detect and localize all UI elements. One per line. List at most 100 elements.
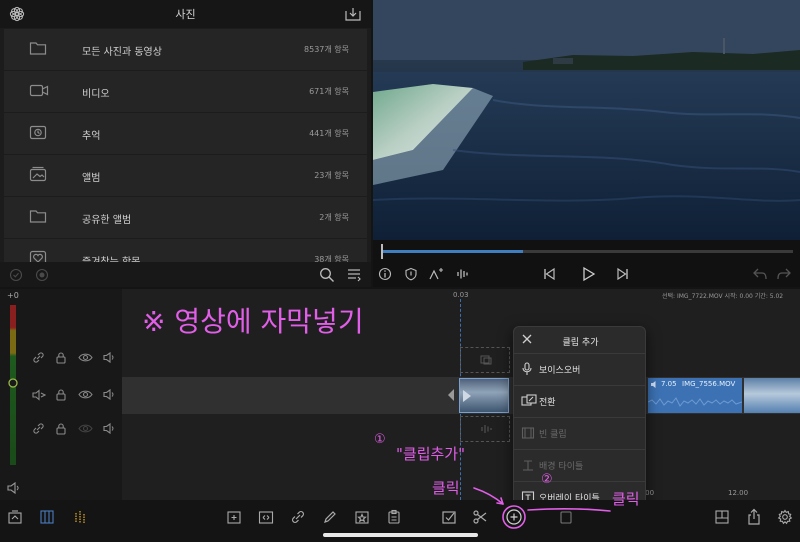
popover-item-label: 빈 클립 [539, 430, 567, 440]
eye-icon[interactable] [78, 423, 93, 434]
speaker-icon[interactable] [6, 481, 20, 495]
scrubber-progress [381, 250, 523, 253]
link-clip-icon[interactable] [290, 509, 306, 525]
selection-info: 선택: IMG_7722.MOV 시작: 0.00 기간: 5.02 [662, 293, 784, 300]
transport-controls [373, 263, 800, 287]
copy-clip-icon[interactable] [558, 509, 574, 525]
share-icon[interactable] [746, 508, 762, 526]
play-icon[interactable] [580, 266, 596, 282]
scrubber-handle[interactable] [381, 244, 383, 259]
popover-item-label: 보이스오버 [539, 366, 581, 376]
layout-grid-icon[interactable] [714, 509, 730, 525]
library-item-albums[interactable]: 앨범 23개 항목 [4, 155, 367, 196]
folder-icon [29, 40, 47, 56]
add-voiceover-item[interactable]: 보이스오버 [514, 353, 645, 384]
clip-audio-waveform [648, 397, 742, 407]
marker-shield-icon[interactable] [404, 267, 418, 281]
clip-time-label: 7.05 [661, 380, 677, 388]
skip-forward-icon[interactable] [616, 267, 630, 281]
info-icon[interactable] [378, 267, 392, 281]
annotation-step2-click: 클릭 [612, 490, 640, 508]
empty-track-slot[interactable] [460, 347, 510, 373]
select-check-icon[interactable] [441, 509, 457, 525]
eye-icon[interactable] [78, 389, 93, 400]
filter-list-icon[interactable] [346, 267, 362, 283]
search-icon[interactable] [319, 267, 335, 283]
link-icon[interactable] [32, 351, 45, 364]
library-item-shared-albums[interactable]: 공유한 앨범 2개 항목 [4, 197, 367, 238]
audio-meters-icon[interactable] [73, 509, 89, 525]
album-icon [29, 166, 47, 182]
add-background-title-item[interactable]: 배경 타이틀 [514, 449, 645, 480]
redo-icon[interactable] [776, 267, 792, 281]
settings-gear-icon[interactable] [777, 509, 793, 525]
library-footer [0, 262, 371, 287]
folder-icon [29, 208, 47, 224]
annotation-step1-text: "클립추가" [396, 445, 465, 463]
preview-scrubber[interactable] [381, 250, 793, 253]
add-clip-plus-icon[interactable] [504, 507, 524, 527]
video-clip-selected[interactable] [459, 378, 509, 413]
video-clip-img-7556[interactable]: 7.05 IMG_7556.MOV [648, 378, 742, 413]
add-blank-clip-item[interactable]: 빈 클립 [514, 417, 645, 448]
ruler-mark-12: 12.00 [728, 489, 749, 497]
volume-icon[interactable] [102, 422, 116, 435]
trim-icon[interactable] [258, 509, 274, 525]
link-icon[interactable] [32, 422, 45, 435]
audio-level-label: +0 [7, 291, 19, 300]
home-indicator [323, 533, 478, 537]
video-camera-icon [29, 82, 49, 98]
video-clip-thumbnail[interactable] [744, 378, 800, 413]
video-track-icon[interactable] [32, 389, 46, 401]
library-item-label: 즐겨찾는 항목 [82, 253, 140, 262]
undo-icon[interactable] [752, 267, 768, 281]
eye-icon[interactable] [78, 352, 93, 363]
library-item-count: 671개 항목 [309, 87, 349, 96]
annotation-step1-click: 클릭 [432, 479, 460, 497]
library-item-label: 추억 [82, 131, 101, 142]
export-frame-icon[interactable] [7, 509, 23, 525]
check-circle-icon[interactable] [9, 268, 23, 282]
favorite-star-icon[interactable] [354, 509, 370, 525]
media-library-panel: 사진 모든 사진과 동영상 8537개 항목 비디오 671개 항목 추억 44… [0, 0, 371, 287]
library-item-all-photos[interactable]: 모든 사진과 동영상 8537개 항목 [4, 29, 367, 70]
add-transition-item[interactable]: 전환 [514, 385, 645, 416]
add-to-timeline-icon[interactable] [226, 509, 242, 525]
heart-icon [29, 250, 47, 262]
track-controls: +0 [0, 289, 122, 500]
clipboard-icon[interactable] [386, 509, 402, 525]
lock-icon[interactable] [55, 388, 67, 401]
library-title: 사진 [175, 8, 196, 21]
library-item-count: 38개 항목 [314, 255, 349, 262]
scissors-split-icon[interactable] [472, 509, 488, 525]
add-marker-icon[interactable] [428, 267, 444, 281]
import-icon[interactable] [344, 6, 362, 22]
audio-waveform-icon[interactable] [456, 267, 470, 281]
memories-icon [29, 124, 47, 140]
library-item-label: 모든 사진과 동영상 [82, 47, 162, 58]
library-list: 모든 사진과 동영상 8537개 항목 비디오 671개 항목 추억 441개 … [4, 29, 367, 262]
library-header: 사진 [0, 0, 371, 28]
clip-audio-icon [650, 380, 659, 389]
volume-icon[interactable] [102, 388, 116, 401]
library-item-videos[interactable]: 비디오 671개 항목 [4, 71, 367, 112]
empty-audio-slot[interactable] [460, 416, 510, 442]
library-item-favorites[interactable]: 즐겨찾는 항목 38개 항목 [4, 239, 367, 262]
microphone-icon [521, 362, 533, 376]
record-circle-icon[interactable] [35, 268, 49, 282]
library-item-count: 441개 항목 [309, 129, 349, 138]
lock-icon[interactable] [55, 351, 67, 364]
background-title-icon [521, 458, 535, 472]
preview-frame[interactable] [373, 0, 800, 240]
timeline-region: +0 0.03 선택: IMG_7722.MOV 시작: 0.00 기간: 5.… [0, 289, 800, 500]
level-knob[interactable] [7, 377, 19, 389]
storyboard-icon[interactable] [39, 509, 55, 525]
skip-back-icon[interactable] [542, 267, 556, 281]
volume-icon[interactable] [102, 351, 116, 364]
library-item-memories[interactable]: 추억 441개 항목 [4, 113, 367, 154]
track-arrow-left-icon[interactable] [447, 388, 455, 402]
popover-item-label: 배경 타이틀 [539, 462, 584, 472]
clip-name-label: IMG_7556.MOV [682, 380, 736, 388]
pencil-edit-icon[interactable] [322, 509, 338, 525]
lock-icon[interactable] [55, 422, 67, 435]
